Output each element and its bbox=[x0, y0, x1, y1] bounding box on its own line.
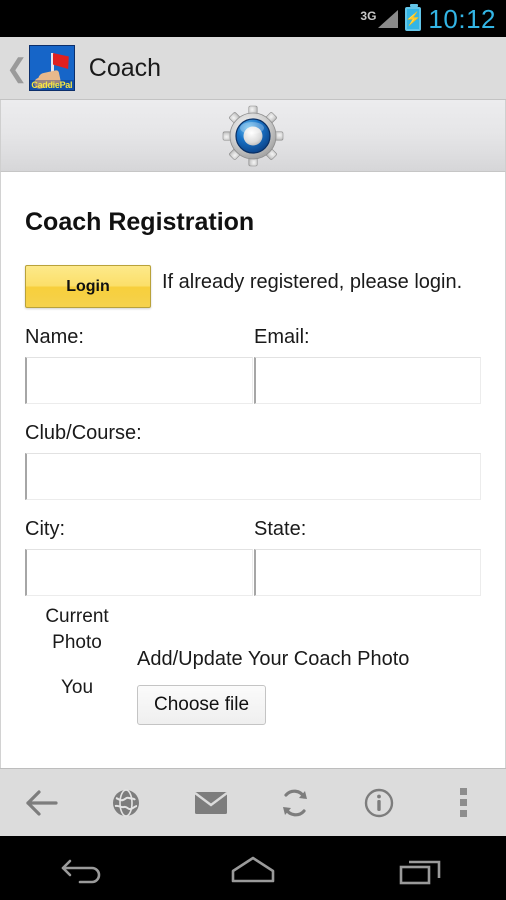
email-label: Email: bbox=[254, 326, 310, 348]
state-label: State: bbox=[254, 518, 307, 540]
name-label: Name: bbox=[25, 326, 84, 348]
coach-photo-section: Current Photo You Add/Update Your Coach … bbox=[25, 604, 481, 725]
club-course-input[interactable] bbox=[25, 453, 481, 500]
email-input[interactable] bbox=[254, 357, 481, 404]
caddiepal-logo-icon[interactable]: CaddiePal bbox=[28, 45, 75, 91]
back-caret-icon[interactable]: ❮ bbox=[6, 55, 28, 81]
city-input[interactable] bbox=[25, 549, 253, 596]
refresh-icon[interactable] bbox=[266, 777, 324, 829]
app-bar: ❮ CaddiePal Coach bbox=[0, 37, 506, 100]
registration-content: Coach Registration Login If already regi… bbox=[0, 172, 506, 768]
photo-caption: Add/Update Your Coach Photo bbox=[137, 648, 410, 670]
android-nav-bar bbox=[0, 836, 506, 900]
info-icon[interactable] bbox=[350, 777, 408, 829]
charging-bolt-icon: ⚡ bbox=[405, 11, 422, 26]
choose-file-button[interactable]: Choose file bbox=[137, 685, 267, 725]
name-email-inputs bbox=[25, 349, 481, 404]
android-recents-icon[interactable] bbox=[379, 846, 465, 894]
logo-wordmark: CaddiePal bbox=[29, 80, 74, 90]
page-title: Coach Registration bbox=[25, 208, 255, 236]
name-input[interactable] bbox=[25, 357, 253, 404]
photo-upload-column: Add/Update Your Coach Photo Choose file bbox=[129, 604, 481, 725]
signal-triangle-icon bbox=[378, 9, 399, 28]
envelope-icon[interactable] bbox=[182, 777, 240, 829]
current-photo-column: Current Photo You bbox=[25, 604, 129, 725]
login-row: Login If already registered, please logi… bbox=[25, 265, 481, 308]
city-state-inputs bbox=[25, 541, 481, 596]
overflow-dot-1 bbox=[460, 788, 468, 795]
club-course-label: Club/Course: bbox=[25, 422, 142, 444]
back-arrow-icon[interactable] bbox=[13, 777, 71, 829]
browser-toolbar bbox=[0, 768, 506, 836]
signal-bars-icon: 3G bbox=[360, 8, 399, 28]
android-back-icon[interactable] bbox=[41, 846, 127, 894]
flag-cloth-shape bbox=[52, 53, 69, 69]
city-label: City: bbox=[25, 518, 65, 540]
login-hint-text: If already registered, please login. bbox=[162, 271, 463, 293]
city-state-labels: City: State: bbox=[25, 500, 481, 541]
status-bar: 3G ⚡ 10:12 bbox=[0, 0, 506, 37]
name-email-labels: Name: Email: bbox=[25, 308, 481, 349]
battery-charging-icon: ⚡ bbox=[405, 3, 422, 31]
gear-settings-icon[interactable] bbox=[222, 105, 284, 167]
login-button[interactable]: Login bbox=[25, 265, 151, 308]
android-home-icon[interactable] bbox=[210, 846, 296, 894]
overflow-dots bbox=[460, 788, 468, 817]
network-type-label: 3G bbox=[360, 8, 377, 23]
overflow-dot-3 bbox=[460, 810, 468, 817]
current-photo-line2: Photo bbox=[52, 632, 102, 654]
globe-icon[interactable] bbox=[97, 777, 155, 829]
current-photo-line3: You bbox=[60, 677, 94, 699]
device-screen: 3G ⚡ 10:12 ❮ CaddiePal Coach Coach Regis… bbox=[0, 0, 506, 900]
state-input[interactable] bbox=[254, 549, 481, 596]
current-photo-line1: Current bbox=[45, 606, 109, 627]
settings-banner bbox=[0, 100, 506, 172]
status-bar-clock: 10:12 bbox=[428, 3, 496, 34]
overflow-menu-icon[interactable] bbox=[435, 777, 493, 829]
app-bar-title: Coach bbox=[88, 53, 162, 82]
overflow-dot-2 bbox=[460, 799, 468, 806]
